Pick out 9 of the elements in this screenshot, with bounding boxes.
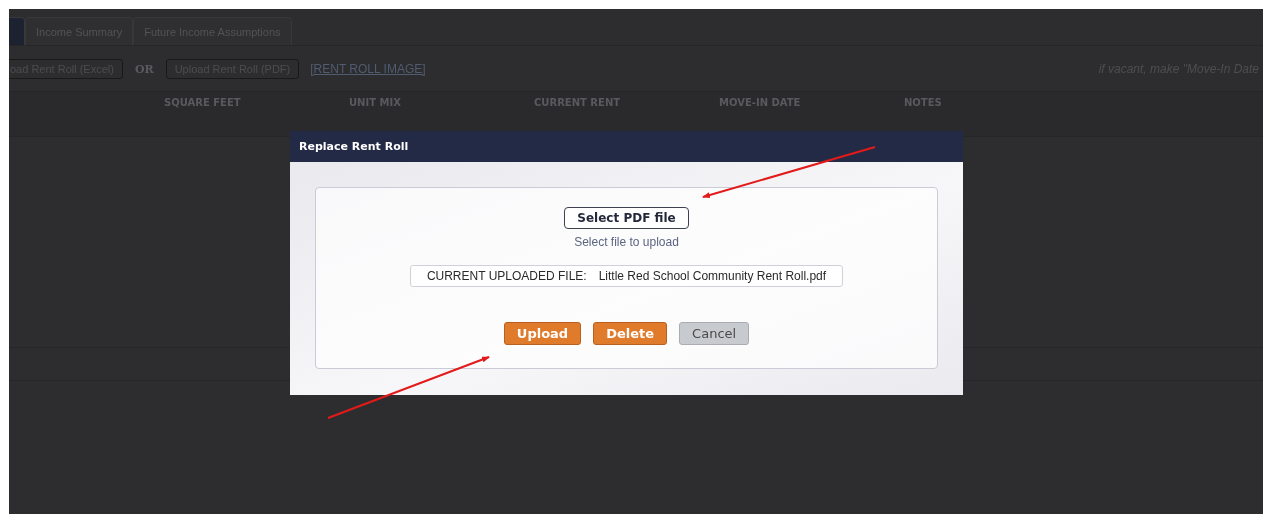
current-file-name: Little Red School Community Rent Roll.pdf	[598, 269, 827, 283]
dialog-title: Replace Rent Roll	[299, 140, 409, 153]
select-pdf-button[interactable]: Select PDF file	[564, 207, 689, 229]
rent-roll-image-link[interactable]: [RENT ROLL IMAGE]	[310, 62, 426, 76]
action-button[interactable]: Upload	[503, 322, 582, 345]
select-hint: Select file to upload	[574, 235, 679, 249]
action-button[interactable]: Delete	[593, 322, 668, 345]
cancel-button[interactable]: Cancel	[679, 322, 750, 345]
current-file-label: CURRENT UPLOADED FILE:	[426, 269, 587, 283]
